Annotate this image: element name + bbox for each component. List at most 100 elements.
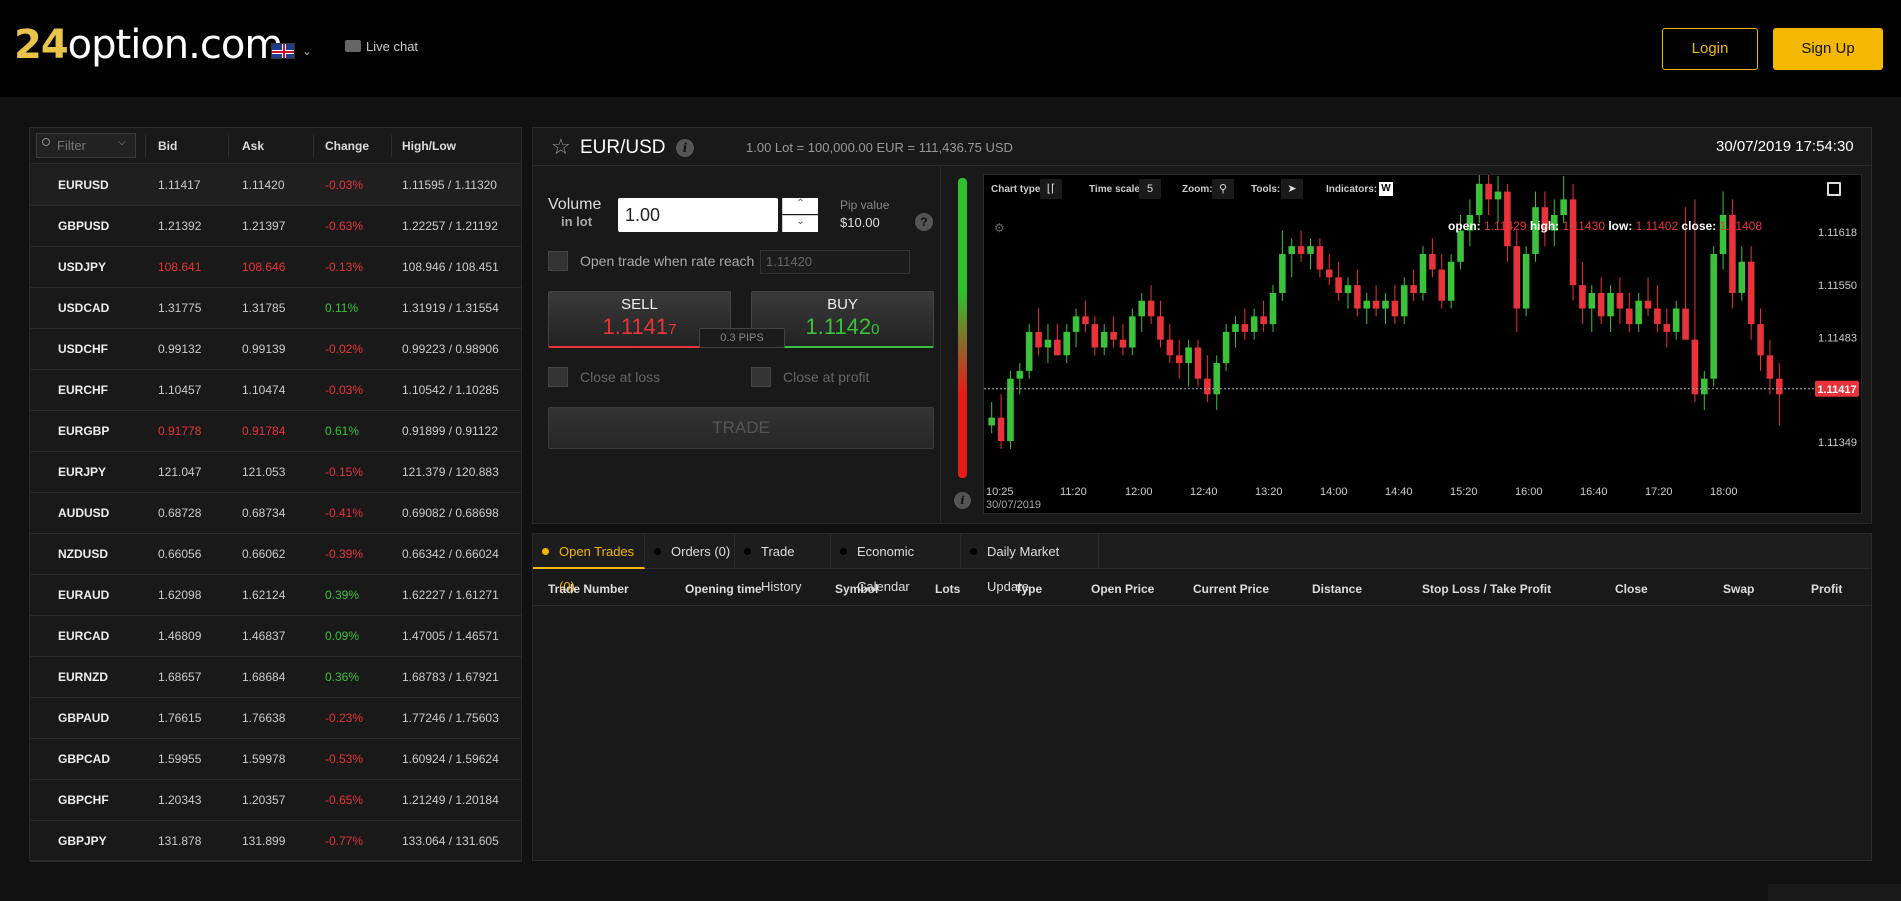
candle-body [1494, 191, 1502, 200]
asset-change: -0.13% [325, 260, 364, 274]
candle-body [1119, 339, 1127, 348]
column-header-symbol[interactable]: Symbol [835, 582, 878, 596]
volume-decrease-icon[interactable]: ⌄ [782, 215, 818, 232]
live-chat-link[interactable]: Live chat [366, 39, 418, 54]
info-icon[interactable]: i [954, 492, 971, 509]
asset-ask: 108.646 [242, 260, 286, 274]
candle-body [1044, 339, 1052, 348]
asset-high-low: 1.68783 / 1.67921 [402, 670, 499, 684]
asset-row-gbpjpy[interactable]: GBPJPY 131.878 131.899 -0.77% 133.064 / 131.… [30, 821, 521, 862]
login-button[interactable]: Login [1662, 28, 1758, 70]
asset-row-eurusd[interactable]: EURUSD 1.11417 1.11420 -0.03% 1.11595 / 1.11… [30, 165, 521, 206]
asset-bid: 0.68728 [158, 506, 202, 520]
asset-ask: 1.62124 [242, 588, 286, 602]
column-header-profit[interactable]: Profit [1811, 582, 1842, 596]
asset-change: -0.15% [325, 465, 364, 479]
column-header-swap[interactable]: Swap [1723, 582, 1754, 596]
asset-row-audusd[interactable]: AUDUSD 0.68728 0.68734 -0.41% 0.69082 / 0.68… [30, 493, 521, 534]
asset-change: -0.39% [325, 547, 364, 561]
info-icon[interactable]: i [676, 139, 694, 157]
rate-input[interactable]: 1.11420 [760, 250, 910, 274]
asset-bid: 1.11417 [158, 178, 201, 192]
candle-body [1400, 285, 1408, 317]
search-icon [42, 138, 50, 146]
column-header-open-price[interactable]: Open Price [1091, 582, 1154, 596]
volume-input[interactable]: 1.00 [618, 198, 778, 232]
tab-economic-calendar[interactable]: Economic Calendar [831, 534, 961, 594]
open-when-rate-checkbox[interactable] [548, 251, 568, 271]
candle-body [1588, 292, 1596, 309]
uk-flag-icon[interactable] [271, 43, 295, 59]
asset-row-euraud[interactable]: EURAUD 1.62098 1.62124 0.39% 1.62227 / 1.612… [30, 575, 521, 616]
asset-ask: 1.59978 [242, 752, 286, 766]
tab-daily-market-update[interactable]: Daily Market Update [961, 534, 1099, 594]
asset-symbol: EURCHF [58, 383, 108, 397]
trade-button[interactable]: TRADE [548, 407, 934, 449]
volume-increase-icon[interactable]: ⌃ [782, 198, 818, 214]
column-header-current-price[interactable]: Current Price [1193, 582, 1269, 596]
column-header-stop-loss-take-profit[interactable]: Stop Loss / Take Profit [1422, 582, 1551, 596]
help-icon[interactable]: ? [915, 213, 933, 231]
chat-icon[interactable] [345, 40, 361, 52]
candle-body [1766, 355, 1774, 379]
asset-row-eurnzd[interactable]: EURNZD 1.68657 1.68684 0.36% 1.68783 / 1.679… [30, 657, 521, 698]
asset-row-eurchf[interactable]: EURCHF 1.10457 1.10474 -0.03% 1.10542 / 1.10… [30, 370, 521, 411]
candle-body [1250, 316, 1258, 332]
asset-row-gbpusd[interactable]: GBPUSD 1.21392 1.21397 -0.63% 1.22257 / 1.21… [30, 206, 521, 247]
candle-body [1325, 269, 1333, 278]
column-header-opening-time[interactable]: Opening time [685, 582, 762, 596]
tab-open-trades[interactable]: Open Trades (0) [533, 534, 645, 594]
column-header-distance[interactable]: Distance [1312, 582, 1362, 596]
candle-body [1072, 316, 1080, 332]
asset-row-eurjpy[interactable]: EURJPY 121.047 121.053 -0.15% 121.379 / 120.… [30, 452, 521, 493]
candle-body [1166, 339, 1174, 356]
candle-body [1110, 331, 1117, 340]
column-header-lots[interactable]: Lots [935, 582, 960, 596]
column-header-high-low[interactable]: High/Low [402, 139, 456, 153]
close-at-loss-checkbox[interactable] [548, 367, 568, 387]
asset-row-usdcad[interactable]: USDCAD 1.31775 1.31785 0.11% 1.31919 / 1.315… [30, 288, 521, 329]
asset-ask: 1.11420 [242, 178, 285, 192]
asset-symbol: EURUSD [58, 178, 109, 192]
trades-table-header: Trade Number Opening time Symbol Lots Type Op… [533, 570, 1871, 606]
tab-trade-history[interactable]: Trade History [735, 534, 831, 594]
column-header-type[interactable]: Type [1015, 582, 1042, 596]
star-icon[interactable]: ☆ [551, 134, 571, 160]
price-chart[interactable]: Chart type: ⌊⌈ Time scale 5 Zoom: ⚲ Tool… [983, 174, 1862, 514]
tab-dot-icon [970, 548, 977, 555]
column-header-ask[interactable]: Ask [242, 139, 264, 153]
asset-row-usdchf[interactable]: USDCHF 0.99132 0.99139 -0.02% 0.99223 / 0.98… [30, 329, 521, 370]
candle-body [1025, 331, 1033, 371]
asset-row-eurcad[interactable]: EURCAD 1.46809 1.46837 0.09% 1.47005 / 1.465… [30, 616, 521, 657]
asset-list-header: Filter ⌵ Bid Ask Change High/Low [30, 128, 521, 164]
column-divider [228, 135, 229, 157]
asset-bid: 121.047 [158, 465, 202, 479]
candle-body [1138, 300, 1145, 317]
asset-row-gbpcad[interactable]: GBPCAD 1.59955 1.59978 -0.53% 1.60924 / 1.59… [30, 739, 521, 780]
asset-ask: 131.899 [242, 834, 286, 848]
chevron-down-icon: ⌵ [118, 137, 126, 148]
tab-orders[interactable]: Orders (0) [645, 534, 735, 569]
asset-row-nzdusd[interactable]: NZDUSD 0.66056 0.66062 -0.39% 0.66342 / 0.66… [30, 534, 521, 575]
column-header-trade-number[interactable]: Trade Number [548, 582, 629, 596]
signup-button[interactable]: Sign Up [1773, 28, 1883, 70]
close-at-loss-label: Close at loss [580, 369, 661, 385]
chevron-down-icon[interactable]: ⌄ [302, 44, 312, 58]
open-when-rate-label: Open trade when rate reach [580, 253, 755, 269]
asset-row-usdjpy[interactable]: USDJPY 108.641 108.646 -0.13% 108.946 / 108.… [30, 247, 521, 288]
column-divider [313, 135, 314, 157]
column-header-close[interactable]: Close [1615, 582, 1648, 596]
asset-symbol: GBPCHF [58, 793, 109, 807]
column-header-change[interactable]: Change [325, 139, 369, 153]
asset-row-gbpaud[interactable]: GBPAUD 1.76615 1.76638 -0.23% 1.77246 / 1.75… [30, 698, 521, 739]
asset-row-gbpchf[interactable]: GBPCHF 1.20343 1.20357 -0.65% 1.21249 / 1.20… [30, 780, 521, 821]
candle-body [1129, 316, 1136, 348]
close-at-profit-checkbox[interactable] [751, 367, 771, 387]
candle-body [1213, 363, 1221, 395]
column-header-bid[interactable]: Bid [158, 139, 177, 153]
tab-dot-icon [542, 548, 549, 555]
asset-symbol: USDCAD [58, 301, 110, 315]
asset-bid: 0.66056 [158, 547, 202, 561]
logo[interactable]: 24option.com [14, 22, 283, 68]
asset-row-eurgbp[interactable]: EURGBP 0.91778 0.91784 0.61% 0.91899 / 0.911… [30, 411, 521, 452]
